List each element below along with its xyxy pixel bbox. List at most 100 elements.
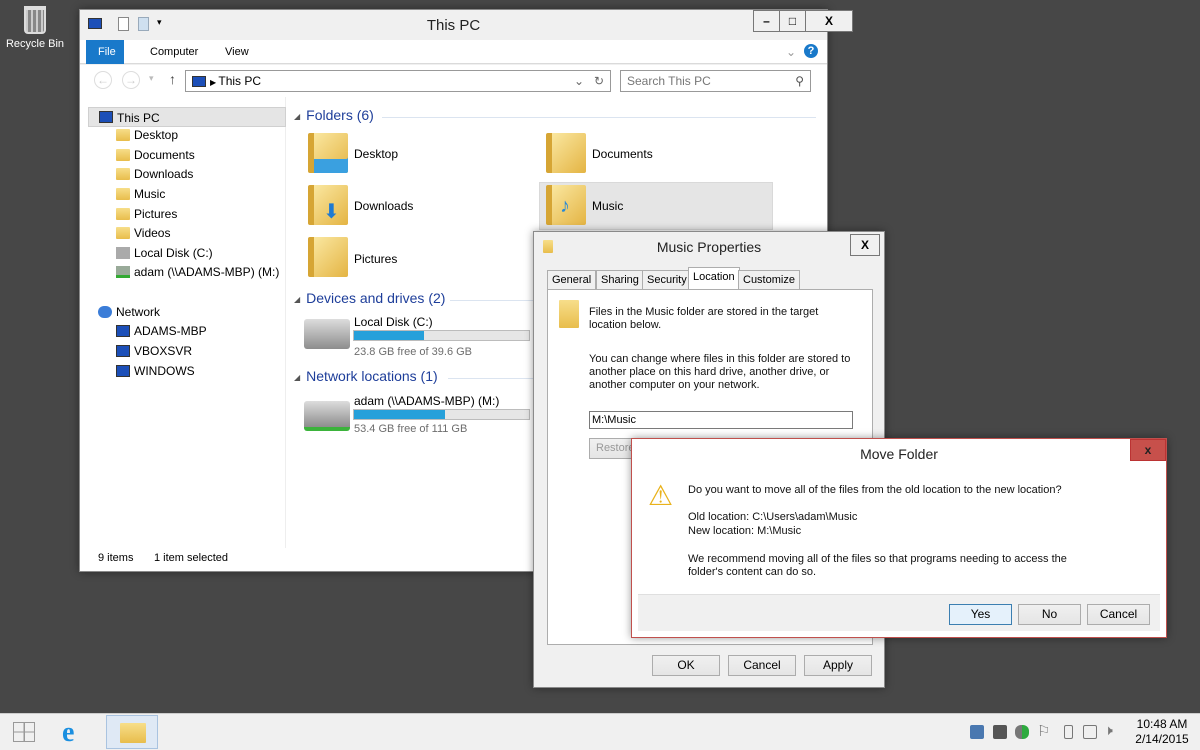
recycle-bin[interactable]: Recycle Bin bbox=[4, 6, 66, 50]
explorer-title: This PC bbox=[426, 17, 481, 34]
maximize-button[interactable]: □ bbox=[779, 10, 806, 32]
network-drive-icon bbox=[116, 266, 130, 278]
search-icon[interactable]: ⚲ bbox=[795, 71, 804, 91]
drive-network[interactable]: adam (\\ADAMS-MBP) (M:) bbox=[354, 394, 499, 408]
folder-desktop[interactable]: Desktop bbox=[354, 147, 398, 161]
no-button[interactable]: No bbox=[1018, 604, 1081, 625]
clock-time: 10:48 AM bbox=[1136, 717, 1188, 731]
nav-vboxsvr[interactable]: VBOXSVR bbox=[88, 341, 286, 361]
nav-label: adam (\\ADAMS-MBP) (M:) bbox=[134, 265, 280, 279]
power-icon[interactable] bbox=[1064, 725, 1073, 739]
close-button[interactable]: X bbox=[805, 10, 853, 32]
move-button-bar: Yes No Cancel bbox=[638, 594, 1160, 631]
nav-pictures[interactable]: Pictures bbox=[88, 204, 286, 224]
nav-label: Documents bbox=[134, 148, 195, 162]
nav-label: Videos bbox=[134, 226, 171, 240]
network-icon[interactable] bbox=[1083, 725, 1097, 739]
navigation-bar: ← → ▾ ↑ ▶ This PC ⌄ ↻ Search This PC ⚲ bbox=[80, 65, 827, 97]
taskbar: e ⚐ 🕨 10:48 AM 2/14/2015 bbox=[0, 713, 1200, 750]
network-status-icon[interactable] bbox=[1015, 725, 1029, 739]
start-button[interactable] bbox=[0, 714, 48, 750]
nav-network[interactable]: Network bbox=[88, 302, 286, 322]
nav-label: Local Disk (C:) bbox=[134, 246, 213, 260]
nav-music[interactable]: Music bbox=[88, 184, 286, 204]
desktop-folder-icon bbox=[308, 133, 348, 173]
taskbar-file-explorer[interactable] bbox=[106, 715, 158, 749]
address-bar[interactable]: ▶ This PC ⌄ ↻ bbox=[185, 70, 611, 92]
navigation-pane: This PC Desktop Documents Downloads Musi… bbox=[88, 97, 286, 548]
forward-icon[interactable]: → bbox=[122, 71, 140, 89]
computer-icon bbox=[116, 345, 130, 357]
tab-location[interactable]: Location bbox=[688, 267, 740, 290]
expand-ribbon-icon[interactable]: ⌄ bbox=[786, 45, 796, 59]
minimize-button[interactable]: – bbox=[753, 10, 780, 32]
documents-folder-icon bbox=[546, 133, 586, 173]
address-text: This PC bbox=[218, 74, 262, 88]
music-folder-icon bbox=[559, 300, 579, 328]
group-devices[interactable]: Devices and drives (2) bbox=[294, 290, 445, 306]
old-location: Old location: C:\Users\adam\Music bbox=[688, 511, 858, 523]
nav-label: ADAMS-MBP bbox=[134, 324, 207, 338]
tab-customize[interactable]: Customize bbox=[738, 270, 800, 290]
properties-title: Music Properties bbox=[656, 239, 762, 255]
move-cancel-button[interactable]: Cancel bbox=[1087, 604, 1150, 625]
tab-file[interactable]: File bbox=[86, 40, 124, 64]
tab-computer[interactable]: Computer bbox=[138, 40, 210, 64]
folder-downloads[interactable]: Downloads bbox=[354, 199, 413, 213]
location-description: Files in the Music folder are stored in … bbox=[589, 306, 819, 331]
location-path-input[interactable]: M:\Music bbox=[589, 411, 853, 429]
up-icon[interactable]: ↑ bbox=[169, 71, 176, 87]
group-folders[interactable]: Folders (6) bbox=[294, 107, 374, 123]
move-close-button[interactable]: x bbox=[1130, 439, 1166, 461]
nav-desktop[interactable]: Desktop bbox=[88, 125, 286, 145]
properties-cancel-button[interactable]: Cancel bbox=[728, 655, 796, 676]
tab-view[interactable]: View bbox=[213, 40, 261, 64]
nav-adams-mbp[interactable]: ADAMS-MBP bbox=[88, 321, 286, 341]
nav-local-disk[interactable]: Local Disk (C:) bbox=[88, 243, 286, 263]
virtualbox-icon[interactable] bbox=[970, 725, 984, 739]
move-titlebar: Move Folder x bbox=[632, 439, 1166, 467]
nav-downloads[interactable]: Downloads bbox=[88, 164, 286, 184]
keyboard-icon[interactable] bbox=[993, 725, 1007, 739]
ok-button[interactable]: OK bbox=[652, 655, 720, 676]
tab-security[interactable]: Security bbox=[642, 270, 692, 290]
move-recommendation: We recommend moving all of the files so … bbox=[688, 553, 1067, 578]
nav-label: Music bbox=[134, 187, 166, 201]
this-pc-icon bbox=[192, 76, 206, 88]
apply-button[interactable]: Apply bbox=[804, 655, 872, 676]
tab-general[interactable]: General bbox=[547, 270, 597, 290]
nav-label: Desktop bbox=[134, 128, 179, 142]
move-question: Do you want to move all of the files fro… bbox=[688, 484, 1062, 496]
tab-sharing[interactable]: Sharing bbox=[596, 270, 644, 290]
drive-local-disk[interactable]: Local Disk (C:) bbox=[354, 315, 433, 329]
selection-count: 1 item selected bbox=[154, 552, 228, 564]
volume-icon[interactable]: 🕨 bbox=[1104, 722, 1113, 739]
yes-button[interactable]: Yes bbox=[949, 604, 1012, 625]
nav-this-pc[interactable]: This PC bbox=[88, 107, 286, 127]
nav-windows[interactable]: WINDOWS bbox=[88, 361, 286, 381]
nav-videos[interactable]: Videos bbox=[88, 223, 286, 243]
folder-pictures[interactable]: Pictures bbox=[354, 252, 397, 266]
group-network-locations[interactable]: Network locations (1) bbox=[294, 368, 438, 384]
folder-documents[interactable]: Documents bbox=[592, 147, 653, 161]
windows-logo-icon bbox=[13, 722, 35, 742]
properties-close-button[interactable]: X bbox=[850, 234, 880, 256]
taskbar-internet-explorer[interactable]: e bbox=[50, 715, 102, 749]
action-center-flag-icon[interactable]: ⚐ bbox=[1037, 722, 1050, 740]
internet-explorer-icon: e bbox=[62, 717, 75, 748]
back-icon[interactable]: ← bbox=[94, 71, 112, 89]
nav-label: Network bbox=[116, 305, 161, 319]
help-icon[interactable]: ? bbox=[804, 44, 818, 58]
nav-documents[interactable]: Documents bbox=[88, 145, 286, 165]
recent-locations-icon[interactable]: ▾ bbox=[149, 73, 154, 84]
nav-network-drive[interactable]: adam (\\ADAMS-MBP) (M:) bbox=[88, 262, 286, 282]
clock[interactable]: 10:48 AM 2/14/2015 bbox=[1132, 717, 1192, 747]
explorer-titlebar: ▾ This PC – □ X bbox=[80, 10, 853, 40]
music-note-icon: ♪ bbox=[560, 195, 570, 217]
search-input[interactable]: Search This PC ⚲ bbox=[620, 70, 811, 92]
network-icon bbox=[98, 306, 112, 318]
address-dropdown-icon[interactable]: ⌄ bbox=[574, 71, 584, 91]
recycle-bin-label: Recycle Bin bbox=[5, 38, 65, 50]
refresh-icon[interactable]: ↻ bbox=[594, 71, 604, 91]
folder-music[interactable]: Music bbox=[592, 199, 623, 213]
